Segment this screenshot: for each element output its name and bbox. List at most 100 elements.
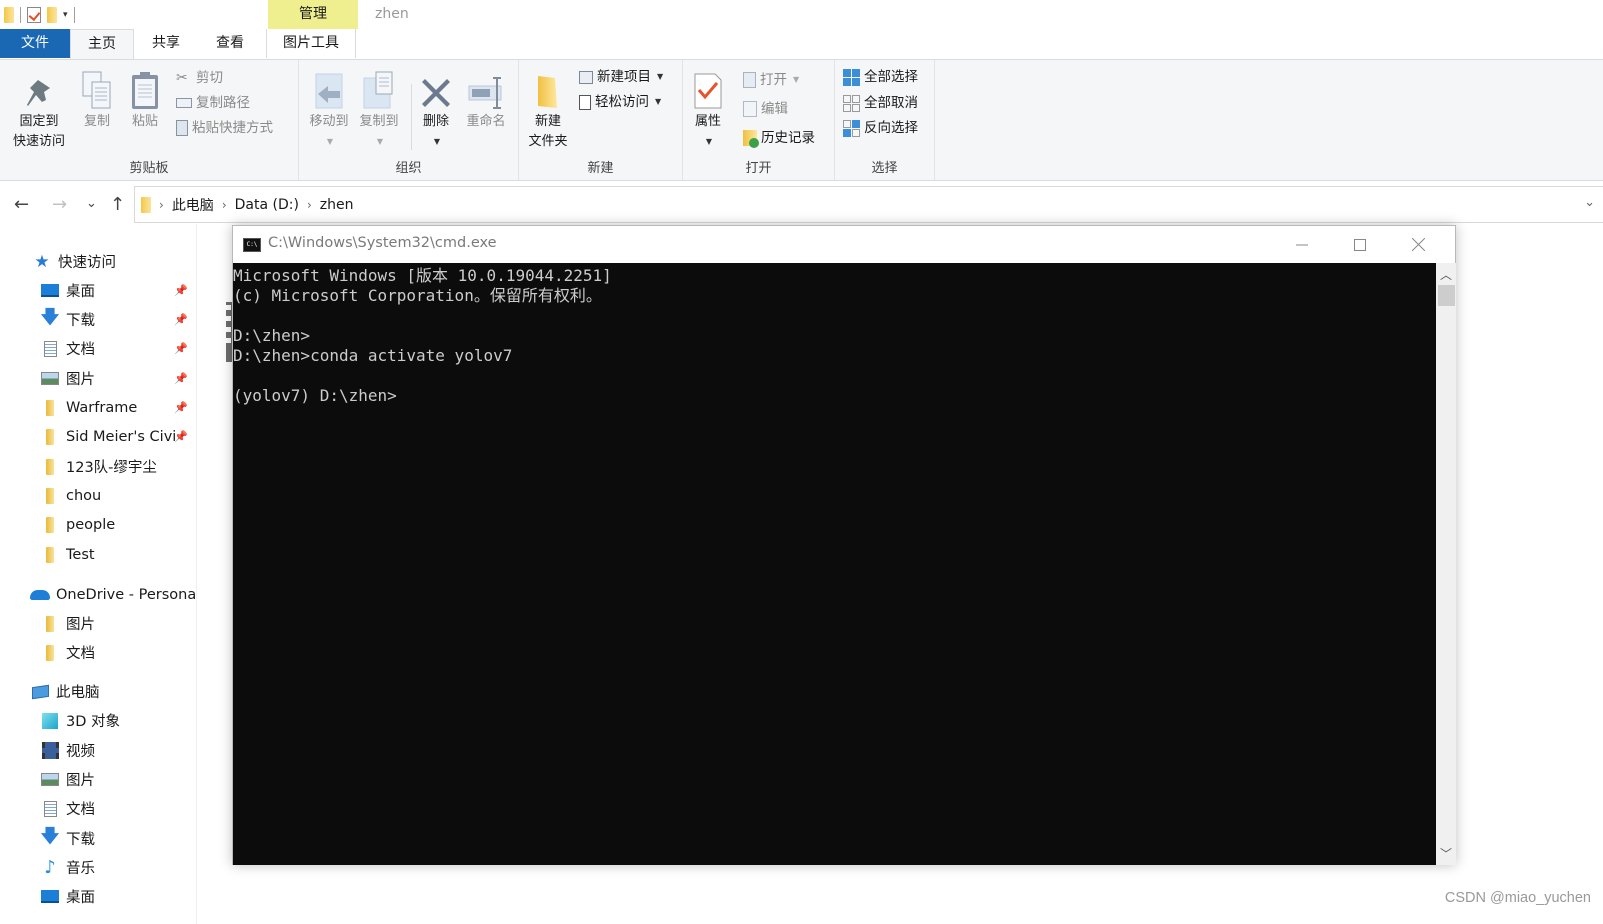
sidebar-item-documents[interactable]: 文档 📌: [0, 334, 196, 363]
breadcrumb-separator[interactable]: ›: [222, 198, 227, 212]
sidebar-onedrive[interactable]: OneDrive - Persona: [0, 580, 196, 609]
sidebar-item-music[interactable]: ♪ 音乐: [0, 853, 196, 882]
customize-qat-dropdown[interactable]: ▾: [63, 10, 68, 20]
tab-file[interactable]: 文件: [0, 29, 70, 58]
paste-shortcut-button[interactable]: 粘贴快捷方式: [176, 118, 273, 138]
maximize-button[interactable]: [1337, 226, 1383, 263]
scroll-down-arrow[interactable]: ﹀: [1436, 845, 1456, 862]
pin-icon[interactable]: 📌: [174, 401, 188, 414]
sidebar-item-label: 文档: [66, 646, 95, 662]
properties-button[interactable]: 属性 ▼: [687, 66, 729, 152]
copy-to-button[interactable]: 复制到 ▼: [355, 66, 403, 152]
up-button[interactable]: ↑: [110, 194, 125, 215]
new-folder-button[interactable]: 新建 文件夹: [523, 66, 573, 152]
vertical-scrollbar[interactable]: ︿ ﹀: [1436, 263, 1456, 865]
move-to-icon: [315, 73, 343, 109]
pin-icon[interactable]: 📌: [174, 372, 188, 385]
copy-button[interactable]: 复制: [76, 66, 118, 132]
ribbon-tabs: 文件 主页 共享 查看 图片工具: [0, 29, 1603, 60]
new-item-button[interactable]: 新建项目 ▼: [579, 67, 663, 87]
sidebar-item-test[interactable]: Test: [0, 540, 196, 569]
pin-icon[interactable]: 📌: [174, 284, 188, 297]
download-icon: 🡇: [40, 825, 60, 847]
cmd-window[interactable]: C:\ C:\Windows\System32\cmd.exe Microsof…: [232, 225, 1456, 865]
cmd-titlebar[interactable]: C:\ C:\Windows\System32\cmd.exe: [233, 226, 1455, 263]
copy-path-button[interactable]: 复制路径: [176, 93, 250, 113]
scroll-up-arrow[interactable]: ︿: [1436, 266, 1456, 283]
tab-view[interactable]: 查看: [198, 29, 262, 58]
history-button[interactable]: 历史记录: [743, 128, 815, 148]
sidebar-item-desktop[interactable]: 桌面 📌: [0, 276, 196, 305]
sidebar-quick-access[interactable]: ★ 快速访问: [0, 247, 196, 276]
back-button[interactable]: ←: [14, 194, 29, 215]
sidebar-item-label: 图片: [66, 617, 95, 633]
navigation-pane: ★ 快速访问 桌面 📌 🡇 下载 📌 文档 📌 图片 📌 Warframe 📌 …: [0, 224, 197, 924]
sidebar-item-pictures[interactable]: 图片 📌: [0, 364, 196, 393]
folder-icon[interactable]: [4, 7, 14, 23]
sidebar-item-label: 123队-缪宇尘: [66, 460, 157, 476]
properties-icon[interactable]: [27, 7, 41, 23]
paste-button[interactable]: 粘贴: [124, 66, 166, 132]
tab-share[interactable]: 共享: [134, 29, 198, 58]
close-button[interactable]: [1395, 226, 1441, 263]
open-button[interactable]: 打开 ▼: [743, 70, 799, 90]
edit-button[interactable]: 编辑: [743, 99, 788, 119]
cut-button[interactable]: ✂ 剪切: [176, 68, 223, 88]
context-tab-manage[interactable]: 管理: [268, 0, 358, 29]
sidebar-item-pc-desktop[interactable]: 桌面: [0, 882, 196, 911]
select-none-button[interactable]: 全部取消: [843, 93, 918, 113]
sidebar-item-people[interactable]: people: [0, 510, 196, 539]
desktop-icon: [40, 888, 60, 906]
address-dropdown-icon[interactable]: ⌄: [1584, 195, 1595, 210]
folder-icon: [40, 546, 60, 564]
breadcrumb-drive-d[interactable]: Data (D:): [235, 197, 299, 213]
breadcrumb-separator[interactable]: ›: [307, 198, 312, 212]
group-label-organize: 组织: [395, 161, 422, 176]
console-output[interactable]: Microsoft Windows [版本 10.0.19044.2251] (…: [233, 263, 1436, 865]
forward-button[interactable]: →: [52, 194, 67, 215]
sidebar-item-label: 桌面: [66, 284, 95, 300]
sidebar-item-videos[interactable]: 视频: [0, 736, 196, 765]
sidebar-item-label: 文档: [66, 802, 95, 818]
computer-icon: [30, 683, 50, 701]
tab-home[interactable]: 主页: [70, 29, 134, 60]
pin-icon[interactable]: 📌: [174, 313, 188, 326]
sidebar-item-pc-downloads[interactable]: 🡇 下载: [0, 824, 196, 853]
folder-icon: [40, 487, 60, 505]
pin-icon[interactable]: 📌: [174, 342, 188, 355]
invert-selection-button[interactable]: 反向选择: [843, 118, 918, 138]
sidebar-item-3d-objects[interactable]: 3D 对象: [0, 706, 196, 735]
new-folder-icon[interactable]: [47, 7, 57, 23]
breadcrumb-zhen[interactable]: zhen: [320, 197, 354, 213]
pin-icon[interactable]: 📌: [174, 430, 188, 443]
rename-button[interactable]: 重命名: [459, 66, 513, 132]
sidebar-item-warframe[interactable]: Warframe 📌: [0, 393, 196, 422]
select-all-button[interactable]: 全部选择: [843, 67, 918, 87]
sidebar-item-chou[interactable]: chou: [0, 481, 196, 510]
watermark: CSDN @miao_yuchen: [1444, 890, 1591, 906]
copy-icon: [82, 71, 111, 109]
sidebar-item-downloads[interactable]: 🡇 下载 📌: [0, 305, 196, 334]
sidebar-item-pc-documents[interactable]: 文档: [0, 794, 196, 823]
breadcrumb-this-pc[interactable]: 此电脑: [172, 195, 214, 215]
sidebar-item-team123[interactable]: 123队-缪宇尘: [0, 452, 196, 481]
delete-button[interactable]: 删除 ▼: [415, 66, 457, 152]
scrollbar-thumb[interactable]: [1438, 285, 1455, 306]
move-to-button[interactable]: 移动到 ▼: [305, 66, 353, 152]
sidebar-item-civ[interactable]: Sid Meier's Civi 📌: [0, 422, 196, 451]
edit-icon: [743, 101, 757, 117]
tab-picture-tools[interactable]: 图片工具: [266, 29, 356, 58]
breadcrumb-separator[interactable]: ›: [159, 198, 164, 212]
address-bar[interactable]: › 此电脑 › Data (D:) › zhen ⌄: [134, 186, 1603, 223]
sidebar-item-pc-pictures[interactable]: 图片: [0, 765, 196, 794]
sidebar-item-label: 音乐: [66, 861, 95, 877]
paste-shortcut-icon: [176, 120, 188, 136]
sidebar-this-pc[interactable]: 此电脑: [0, 677, 196, 706]
easy-access-button[interactable]: 轻松访问 ▼: [579, 92, 661, 112]
sidebar-item-onedrive-documents[interactable]: 文档: [0, 638, 196, 667]
minimize-button[interactable]: [1279, 226, 1325, 263]
pin-to-quick-access-button[interactable]: 固定到 快速访问: [6, 66, 72, 152]
sidebar-item-onedrive-pictures[interactable]: 图片: [0, 609, 196, 638]
cut-label: 剪切: [196, 70, 223, 86]
recent-locations-button[interactable]: ⌄: [86, 196, 97, 211]
